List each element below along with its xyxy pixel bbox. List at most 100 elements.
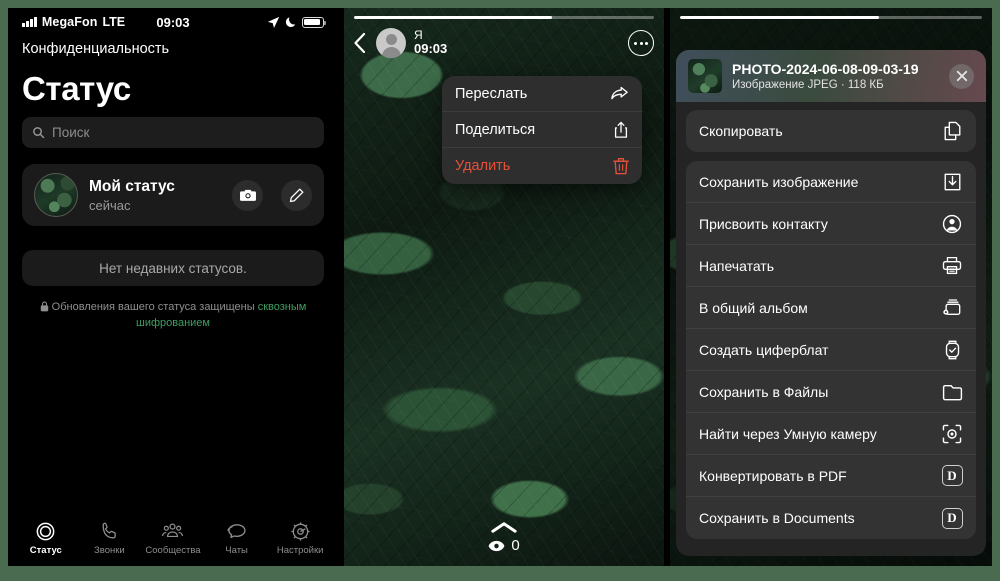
close-icon (956, 70, 967, 82)
context-menu-item-share[interactable]: Поделиться (442, 112, 642, 148)
tab-chats-label: Чаты (225, 544, 248, 556)
share-row-visual-lookup[interactable]: Найти через Умную камеру (686, 413, 976, 455)
printer-icon (941, 255, 963, 277)
search-input[interactable]: Поиск (22, 117, 324, 148)
chat-bubbles-icon (227, 523, 246, 538)
share-row-label: Создать циферблат (699, 341, 829, 358)
phone-icon (102, 522, 116, 538)
share-row-label: В общий альбом (699, 299, 808, 316)
breadcrumb-back-label[interactable]: Конфиденциальность (8, 36, 338, 57)
tab-calls[interactable]: Звонки (78, 521, 142, 556)
share-row-save-files[interactable]: Сохранить в Файлы (686, 371, 976, 413)
status-rings-icon (36, 522, 55, 540)
story-progress-bar (354, 16, 654, 19)
search-container: Поиск (8, 117, 338, 148)
share-row-label: Найти через Умную камеру (699, 425, 877, 442)
views-row: 0 (488, 537, 520, 554)
share-row-label: Напечатать (699, 257, 775, 274)
forward-arrow-icon (611, 86, 628, 100)
share-group-actions: Сохранить изображение Присвоить контакту (686, 161, 976, 539)
story-author-label: Я (414, 27, 423, 42)
share-row-watch-face[interactable]: Создать циферблат (686, 329, 976, 371)
story-views-area[interactable]: 0 (344, 521, 664, 554)
file-meta-label: Изображение JPEG · 118 КБ (732, 79, 884, 91)
share-row-shared-album[interactable]: В общий альбом (686, 287, 976, 329)
encryption-note-text: Обновления вашего статуса защищены (51, 301, 258, 313)
tab-communities[interactable]: Сообщества (141, 521, 205, 556)
moon-icon (285, 16, 296, 27)
encryption-note: Обновления вашего статуса защищены сквоз… (26, 300, 320, 332)
edit-status-button[interactable] (281, 179, 312, 211)
contact-icon (941, 213, 963, 235)
share-up-icon (614, 121, 628, 138)
watch-face-icon (941, 339, 963, 361)
context-menu-item-delete[interactable]: Удалить (442, 148, 642, 184)
tab-settings[interactable]: Настройки (268, 521, 332, 556)
documents-app-glyph: D (941, 465, 963, 486)
close-button[interactable] (949, 63, 974, 89)
story-header: Я 09:03 (352, 28, 654, 58)
battery-icon (302, 16, 327, 28)
empty-state-text: Нет недавних статусов. (99, 260, 247, 276)
share-row-label: Сохранить в Documents (699, 510, 855, 526)
my-status-subtitle: сейчас (89, 197, 131, 213)
tab-status-label: Статус (29, 544, 62, 556)
share-story-progress-fill (680, 16, 880, 19)
network-type-label: LTE (102, 15, 126, 29)
avatar[interactable] (34, 173, 78, 217)
empty-state-banner: Нет недавних статусов. (22, 250, 324, 286)
communities-icon (162, 522, 184, 537)
bottom-tab-bar: Статус Звонки Сообщества Чаты Настройки (8, 514, 338, 566)
share-row-label: Сохранить в Файлы (699, 383, 829, 400)
file-thumbnail (688, 59, 722, 93)
share-row-print[interactable]: Напечатать (686, 245, 976, 287)
share-row-save-image[interactable]: Сохранить изображение (686, 161, 976, 203)
story-viewer-panel: Я 09:03 Переслать Поделиться Удалить 0 (344, 8, 664, 566)
more-dots-icon[interactable] (628, 30, 654, 56)
file-name-label: PHOTO-2024-06-08-09-03-19 (732, 61, 919, 77)
share-row-copy[interactable]: Скопировать (686, 110, 976, 152)
save-image-icon (941, 171, 963, 193)
tab-chats[interactable]: Чаты (205, 521, 269, 556)
status-bar: MegaFon LTE 09:03 (8, 8, 338, 36)
context-menu-item-label: Переслать (455, 85, 528, 102)
share-row-label: Сохранить изображение (699, 173, 859, 190)
story-progress-fill (354, 16, 552, 19)
eye-icon (488, 540, 505, 551)
page-title: Статус (22, 70, 131, 107)
share-sheet: PHOTO-2024-06-08-09-03-19 Изображение JP… (676, 50, 986, 556)
status-bar-left: MegaFon LTE (22, 15, 125, 29)
tab-calls-label: Звонки (94, 544, 125, 556)
share-row-save-documents[interactable]: Сохранить в Documents D (686, 497, 976, 539)
story-meta: Я 09:03 (414, 27, 447, 58)
tab-status[interactable]: Статус (14, 521, 78, 556)
panels-container: MegaFon LTE 09:03 Конфиденциальность Ста… (8, 8, 992, 566)
context-menu-item-label: Поделиться (455, 121, 536, 138)
lock-icon (40, 301, 48, 312)
whatsapp-status-panel: MegaFon LTE 09:03 Конфиденциальность Ста… (8, 8, 338, 566)
carrier-label: MegaFon (41, 15, 98, 29)
view-count-label: 0 (511, 537, 520, 554)
gear-icon (291, 521, 310, 541)
share-row-assign-contact[interactable]: Присвоить контакту (686, 203, 976, 245)
share-row-label: Присвоить контакту (699, 215, 828, 232)
search-placeholder: Поиск (52, 125, 90, 140)
shared-album-icon (941, 297, 963, 319)
status-bar-right (267, 16, 327, 29)
camera-button[interactable] (232, 179, 263, 211)
chevron-left-icon[interactable] (352, 32, 368, 54)
share-row-convert-pdf[interactable]: Конвертировать в PDF D (686, 455, 976, 497)
tab-settings-label: Настройки (276, 544, 324, 556)
copy-icon (941, 120, 963, 142)
share-group-copy: Скопировать (686, 110, 976, 152)
documents-app-icon: D (941, 507, 963, 529)
share-row-label: Конвертировать в PDF (699, 467, 847, 484)
documents-app-icon: D (941, 465, 963, 487)
my-status-row[interactable]: Мой статус сейчас (22, 164, 324, 226)
share-sheet-panel: PHOTO-2024-06-08-09-03-19 Изображение JP… (670, 8, 992, 566)
context-menu-item-label: Удалить (455, 158, 511, 174)
context-menu-item-forward[interactable]: Переслать (442, 76, 642, 112)
share-story-progress-bar (680, 16, 982, 19)
location-arrow-icon (267, 16, 280, 28)
avatar[interactable] (376, 28, 406, 58)
